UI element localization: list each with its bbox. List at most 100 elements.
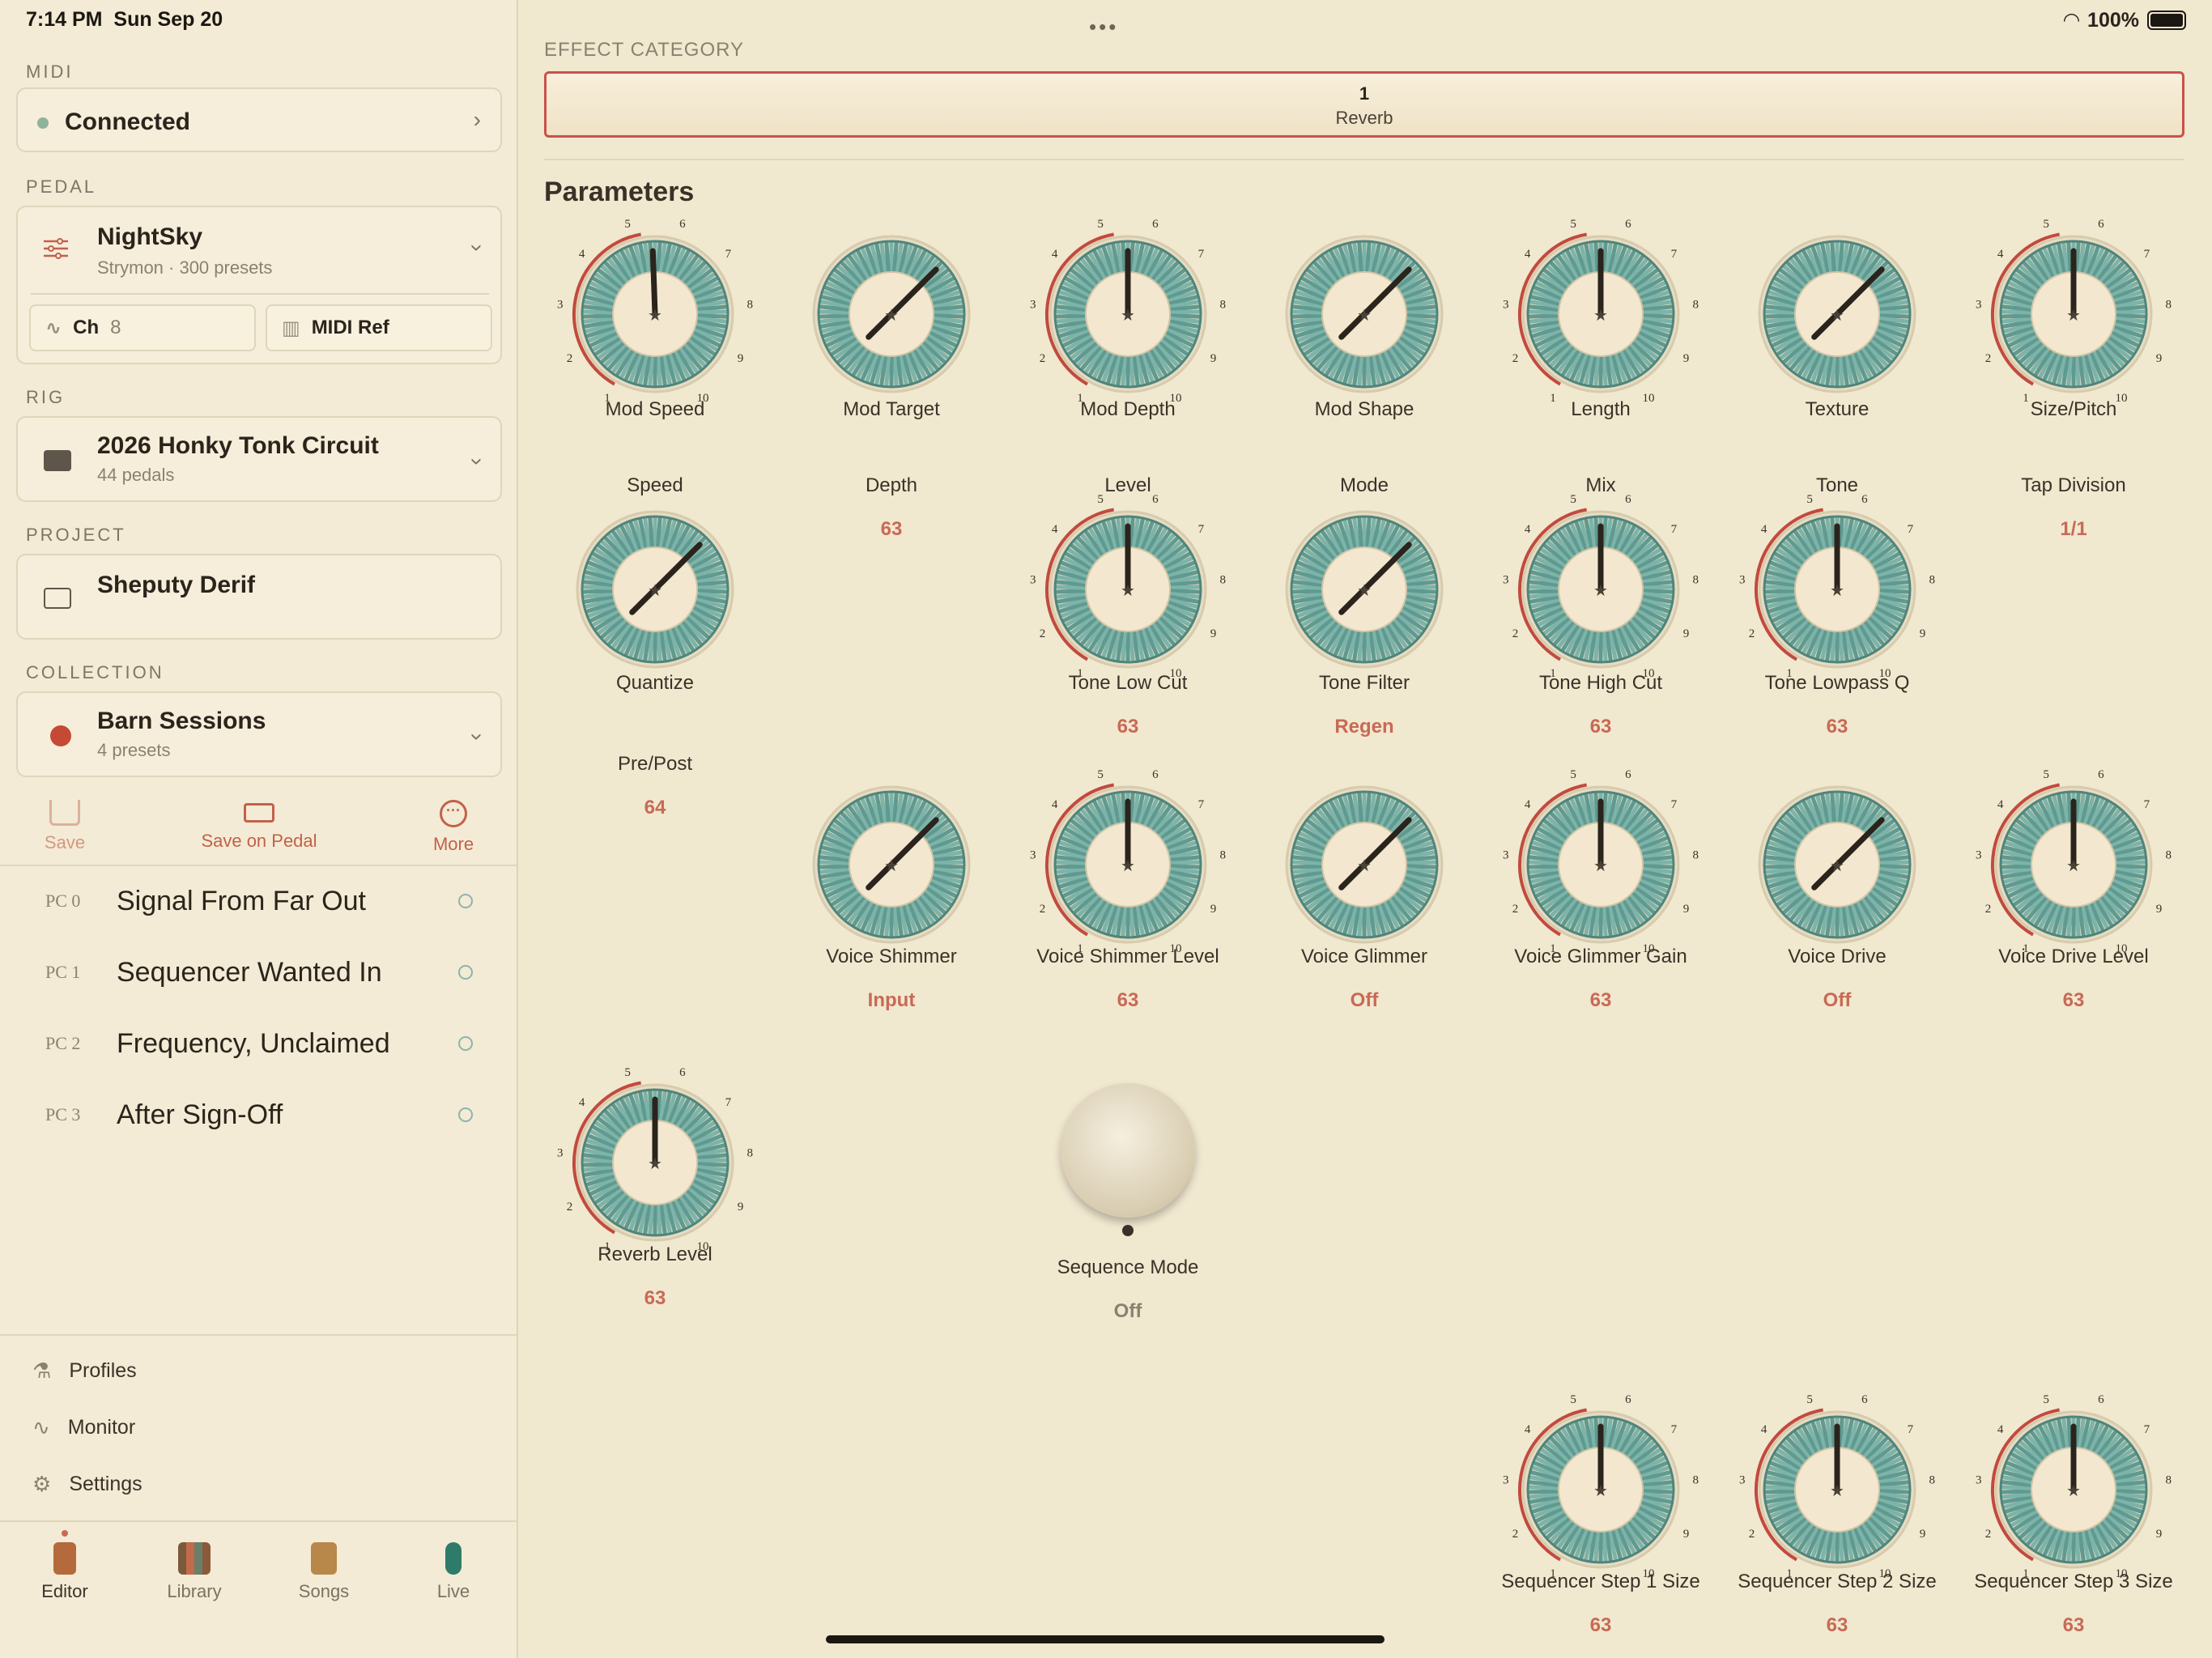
project-section-label: PROJECT [26,525,126,545]
waveform-icon: ∿ [32,1415,50,1439]
save-on-pedal-button[interactable]: Save on Pedal [178,803,340,852]
preset-row[interactable]: PC 3 After Sign-Off [0,1080,518,1150]
knob-vdrive[interactable]: ★ [1716,769,1959,955]
svg-text:2: 2 [1749,1528,1755,1541]
preset-row[interactable]: PC 1 Sequencer Wanted In [0,937,518,1007]
time-text: 7:14 PM [26,8,103,31]
channel-button[interactable]: ∿ Ch 8 [29,304,256,351]
knob-vdrivelvl[interactable]: 1 2 3 4 5 6 7 8 9 10 ★ [1952,769,2195,955]
knob-dial[interactable]: ★ [1243,219,1486,405]
monitor-label: Monitor [67,1416,136,1439]
svg-text:6: 6 [2098,1394,2104,1406]
knob-tonefilter[interactable]: ★ [1243,494,1486,680]
svg-text:9: 9 [1683,1528,1690,1541]
multitask-dots-icon[interactable]: ••• [1089,15,1118,40]
sequence-mode-button[interactable] [1061,1083,1195,1218]
knob-tone[interactable]: ★ [1716,219,1959,405]
knob-dial[interactable]: 12345 678910★ [534,219,776,405]
knob-dial[interactable]: 12345 678910★ [1952,219,2195,405]
pedal-dropdown-chevron-icon[interactable]: › [464,244,490,251]
collection-card[interactable]: Barn Sessions 4 presets › [16,691,502,777]
tab-live[interactable]: Live [389,1542,518,1602]
knob-vshimmer[interactable]: ★ [770,769,1013,955]
svg-text:3: 3 [557,1146,564,1159]
knob-dial[interactable]: 12345 678910★ [1006,219,1249,405]
svg-text:2: 2 [1040,352,1046,365]
knob-tonelow[interactable]: 1 2 3 4 5 6 7 8 9 10 ★ [1006,494,1249,680]
svg-text:★: ★ [2066,1482,2081,1500]
svg-text:6: 6 [1625,219,1631,231]
knob-dial[interactable]: ★ [1716,219,1959,405]
pedal-card: NightSky Strymon · 300 presets › ∿ Ch 8 … [16,206,502,364]
sequence-mode-led-icon [1122,1225,1134,1236]
knob-dial[interactable]: ★ [1243,769,1486,955]
knob-dial[interactable]: ★ [770,769,1013,955]
project-name: Sheputy Derif [97,572,256,598]
save-button[interactable]: Save [24,800,105,853]
effect-category-selector[interactable]: 1 Reverb [544,71,2184,138]
preset-name: Signal From Far Out [117,885,366,916]
monitor-item[interactable]: ∿ Monitor [32,1415,135,1440]
profiles-icon: ⚗ [32,1358,52,1383]
knob-label: Voice Glimmer [1300,946,1428,967]
knob-level[interactable]: 1 2 3 4 5 6 7 8 9 10 ★ [1006,219,1249,405]
rig-dropdown-chevron-icon[interactable]: › [464,457,490,465]
tab-songs[interactable]: Songs [259,1542,389,1602]
tab-editor[interactable]: Editor [0,1542,130,1602]
knob-dial[interactable]: 12345 678910★ [1479,769,1722,955]
svg-text:9: 9 [1920,1528,1926,1541]
knob-dial[interactable]: ★ [770,219,1013,405]
knob-dial[interactable]: 12345 678910★ [1479,1394,1722,1580]
svg-text:6: 6 [1861,1394,1868,1406]
svg-text:★: ★ [1357,307,1372,325]
svg-text:3: 3 [1030,573,1036,586]
knob-dial[interactable]: 12345 678910★ [1006,769,1249,955]
knob-mode[interactable]: ★ [1243,219,1486,405]
preset-pc: PC 3 [45,1104,81,1124]
profiles-item[interactable]: ⚗ Profiles [32,1358,137,1384]
knob-dial[interactable]: ★ [534,494,776,680]
knob-dial[interactable]: 12345 678910★ [1479,219,1722,405]
svg-text:7: 7 [1198,798,1205,811]
knob-prepost[interactable]: ★ [534,494,776,680]
knob-tonelpq[interactable]: 1 2 3 4 5 6 7 8 9 10 ★ [1716,494,1959,680]
svg-text:3: 3 [1503,298,1509,311]
knob-dial[interactable]: 12345 678910★ [534,1067,776,1253]
knob-value: Off [1823,989,1852,1011]
knob-tap[interactable]: 1 2 3 4 5 6 7 8 9 10 ★ [1952,219,2195,405]
project-card[interactable]: Sheputy Derif [16,554,502,640]
knob-dial[interactable]: 12345 678910★ [1716,494,1959,680]
midi-ref-button[interactable]: ▥ MIDI Ref [266,304,492,351]
knob-dial[interactable]: 12345 678910★ [1479,494,1722,680]
svg-text:★: ★ [1593,857,1608,875]
collection-dropdown-chevron-icon[interactable]: › [464,733,490,740]
knob-dial[interactable]: 12345 678910★ [1952,1394,2195,1580]
knob-seq1[interactable]: 1 2 3 4 5 6 7 8 9 10 ★ [1479,1394,1722,1580]
knob-vshimmerlvl[interactable]: 1 2 3 4 5 6 7 8 9 10 ★ [1006,769,1249,955]
knob-dial[interactable]: 12345 678910★ [1006,494,1249,680]
knob-speed[interactable]: 1 2 3 4 5 6 7 8 9 10 ★ [534,219,776,405]
knob-seq3[interactable]: 1 2 3 4 5 6 7 8 9 10 ★ [1952,1394,2195,1580]
knob-depth[interactable]: ★ [770,219,1013,405]
knob-dial[interactable]: ★ [1716,769,1959,955]
knob-vglimmer[interactable]: ★ [1243,769,1486,955]
knob-vglimmergain[interactable]: 1 2 3 4 5 6 7 8 9 10 ★ [1479,769,1722,955]
knob-value: Off [1113,1300,1142,1322]
preset-row[interactable]: PC 2 Frequency, Unclaimed [0,1009,518,1078]
midi-status-card[interactable]: Connected › [16,87,502,152]
tab-library[interactable]: Library [130,1542,259,1602]
knob-value: 63 [2062,989,2085,1011]
rig-card[interactable]: 2026 Honky Tonk Circuit 44 pedals › [16,416,502,502]
knob-mix[interactable]: 1 2 3 4 5 6 7 8 9 10 ★ [1479,219,1722,405]
more-button[interactable]: ··· More [413,800,494,855]
knob-tonehigh[interactable]: 1 2 3 4 5 6 7 8 9 10 ★ [1479,494,1722,680]
knob-dial[interactable]: 12345 678910★ [1952,769,2195,955]
svg-text:7: 7 [1198,523,1205,536]
preset-row[interactable]: PC 0 Signal From Far Out [0,866,518,936]
knob-reverblvl[interactable]: 1 2 3 4 5 6 7 8 9 10 ★ [534,1067,776,1253]
knob-seq2[interactable]: 1 2 3 4 5 6 7 8 9 10 ★ [1716,1394,1959,1580]
knob-dial[interactable]: 12345 678910★ [1716,1394,1959,1580]
settings-item[interactable]: ⚙ Settings [32,1472,143,1497]
knob-dial[interactable]: ★ [1243,494,1486,680]
svg-text:4: 4 [1525,523,1531,536]
